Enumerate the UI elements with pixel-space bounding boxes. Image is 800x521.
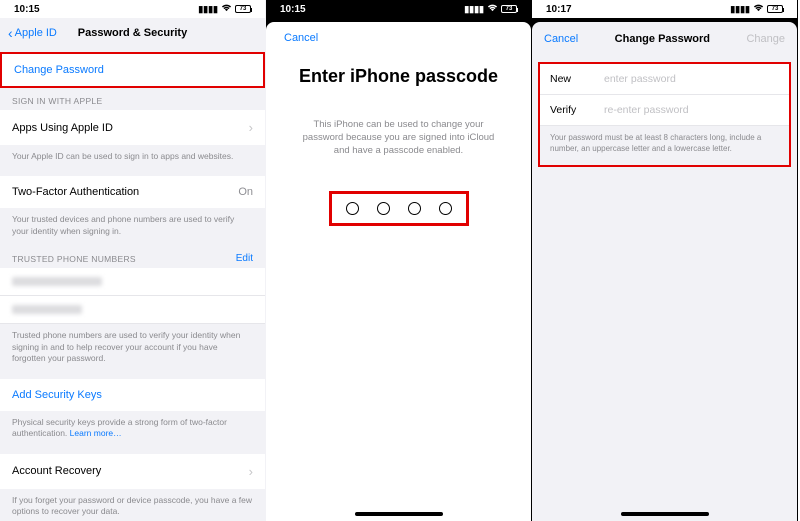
passcode-description: This iPhone can be used to change your p…: [284, 119, 513, 157]
battery-icon: 73: [767, 5, 783, 13]
verify-password-row[interactable]: Verify: [540, 95, 789, 126]
status-right: ▮▮▮▮ 73: [464, 4, 517, 15]
settings-list: Change Password Sign in with Apple Apps …: [0, 48, 265, 521]
add-keys-label: Add Security Keys: [12, 389, 102, 401]
cellular-icon: ▮▮▮▮: [464, 4, 484, 15]
add-security-keys-row[interactable]: Add Security Keys: [0, 379, 265, 411]
password-form: New Verify Your password must be at leas…: [538, 62, 791, 167]
sheet-title: Change Password: [615, 33, 710, 45]
recovery-footer: If you forget your password or device pa…: [0, 489, 265, 521]
new-password-input[interactable]: [604, 73, 779, 85]
home-indicator[interactable]: [355, 512, 443, 516]
passcode-dot: [377, 202, 390, 215]
chevron-right-icon: ›: [249, 120, 253, 135]
tfa-value: On: [238, 186, 253, 198]
keys-footer: Physical security keys provide a strong …: [0, 411, 265, 448]
new-password-row[interactable]: New: [540, 64, 789, 95]
screen-enter-passcode: 10:15 ▮▮▮▮ 73 Cancel Enter iPhone passco…: [266, 0, 532, 521]
signin-header: Sign in with Apple: [0, 88, 265, 110]
cancel-button[interactable]: Cancel: [284, 32, 513, 44]
learn-more-link[interactable]: Learn more…: [70, 428, 122, 438]
cancel-button[interactable]: Cancel: [544, 33, 578, 45]
passcode-title: Enter iPhone passcode: [284, 66, 513, 87]
edit-button[interactable]: Edit: [236, 253, 253, 264]
wifi-icon: [487, 4, 498, 14]
apps-footer: Your Apple ID can be used to sign in to …: [0, 145, 265, 170]
home-indicator[interactable]: [621, 512, 709, 516]
passcode-dot: [408, 202, 421, 215]
password-hint: Your password must be at least 8 charact…: [540, 126, 789, 165]
trusted-header: Trusted Phone Numbers Edit: [0, 245, 265, 268]
screen-change-password: 10:17 ▮▮▮▮ 73 Cancel Change Password Cha…: [532, 0, 798, 521]
redacted-text: [12, 277, 102, 286]
status-right: ▮▮▮▮ 73: [198, 4, 251, 15]
back-label: Apple ID: [15, 27, 57, 39]
account-recovery-row[interactable]: Account Recovery ›: [0, 454, 265, 489]
apps-using-appleid-row[interactable]: Apps Using Apple ID ›: [0, 110, 265, 145]
cellular-icon: ▮▮▮▮: [198, 4, 218, 15]
passcode-dot: [346, 202, 359, 215]
status-time: 10:15: [280, 4, 306, 15]
account-recovery-label: Account Recovery: [12, 465, 101, 477]
status-bar: 10:15 ▮▮▮▮ 73: [0, 0, 265, 18]
back-button[interactable]: ‹ Apple ID: [8, 26, 57, 40]
two-factor-row[interactable]: Two-Factor Authentication On: [0, 176, 265, 208]
change-password-sheet: Cancel Change Password Change New Verify…: [532, 22, 797, 521]
passcode-input[interactable]: [329, 191, 469, 226]
status-bar: 10:15 ▮▮▮▮ 73: [266, 0, 531, 18]
status-bar: 10:17 ▮▮▮▮ 73: [532, 0, 797, 18]
chevron-left-icon: ‹: [8, 26, 13, 40]
verify-label: Verify: [550, 104, 604, 116]
redacted-text: [12, 305, 82, 314]
verify-password-input[interactable]: [604, 104, 779, 116]
apps-using-label: Apps Using Apple ID: [12, 122, 113, 134]
change-password-label: Change Password: [14, 64, 104, 76]
passcode-dot: [439, 202, 452, 215]
battery-icon: 73: [235, 5, 251, 13]
nav-bar: ‹ Apple ID Password & Security: [0, 18, 265, 48]
battery-icon: 73: [501, 5, 517, 13]
wifi-icon: [221, 4, 232, 14]
chevron-right-icon: ›: [249, 464, 253, 479]
tfa-label: Two-Factor Authentication: [12, 186, 139, 198]
change-password-row[interactable]: Change Password: [2, 54, 263, 86]
sheet-nav: Cancel Change Password Change: [532, 22, 797, 56]
passcode-sheet: Cancel Enter iPhone passcode This iPhone…: [266, 22, 531, 521]
new-label: New: [550, 73, 604, 85]
trusted-footer: Trusted phone numbers are used to verify…: [0, 324, 265, 372]
wifi-icon: [753, 4, 764, 14]
trusted-number-row[interactable]: [0, 268, 265, 296]
trusted-number-row[interactable]: [0, 296, 265, 324]
cellular-icon: ▮▮▮▮: [730, 4, 750, 15]
status-time: 10:15: [14, 4, 40, 15]
change-button-disabled: Change: [746, 33, 785, 45]
screen-password-security: 10:15 ▮▮▮▮ 73 ‹ Apple ID Password & Secu…: [0, 0, 266, 521]
status-time: 10:17: [546, 4, 572, 15]
status-right: ▮▮▮▮ 73: [730, 4, 783, 15]
tfa-footer: Your trusted devices and phone numbers a…: [0, 208, 265, 245]
